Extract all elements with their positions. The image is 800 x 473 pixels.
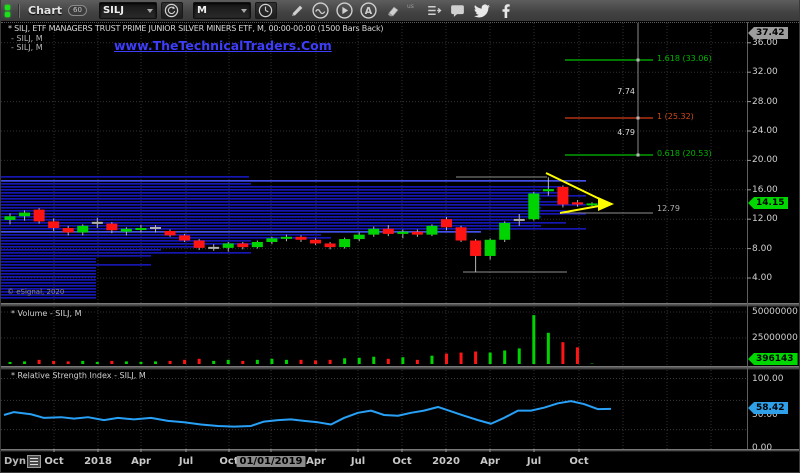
facebook-share-button[interactable] xyxy=(496,2,516,20)
tick-label: 4.00 xyxy=(752,273,772,283)
tick-label: 32.00 xyxy=(752,67,778,77)
time-interval-button[interactable] xyxy=(255,2,277,19)
tick-label: 16.00 xyxy=(752,185,778,195)
region-label: us xyxy=(407,3,414,10)
tick-label: 28.00 xyxy=(752,97,778,107)
fib-extension-label-1[interactable]: 1 (25.32) xyxy=(657,112,694,121)
chat-button[interactable] xyxy=(448,2,468,20)
time-tick-label: Jul xyxy=(351,456,365,467)
watermark: www.TheTechnicalTraders.Com xyxy=(114,38,332,53)
legend-line-2: - SILJ, M xyxy=(11,43,43,52)
esignal-chart-window: Chart 60 SILJ M xyxy=(0,0,800,473)
symbol-input[interactable]: SILJ xyxy=(99,2,157,19)
last-volume-tag: 396143 xyxy=(748,353,798,365)
letter-a-icon: A xyxy=(360,2,377,19)
high-price-tag: 37.42 xyxy=(748,27,788,39)
freehand-draw-button[interactable] xyxy=(311,2,331,20)
tick-label: 20.00 xyxy=(752,155,778,165)
price-axis-divider xyxy=(747,22,748,449)
interval-value: M xyxy=(197,5,207,16)
esignal-copyright: © eSignal, 2020 xyxy=(7,288,64,296)
list-arrow-icon xyxy=(425,2,442,19)
svg-text:A: A xyxy=(365,6,373,17)
fib-extension-label-1618[interactable]: 1.618 (33.06) xyxy=(657,54,712,63)
time-tick-label: Apr xyxy=(306,456,326,467)
time-template-icon[interactable] xyxy=(27,455,41,468)
facebook-icon xyxy=(498,3,514,19)
time-tick-label: 2020 xyxy=(432,456,460,467)
price-level-label-1279[interactable]: 12.79 xyxy=(657,204,680,213)
price-chart-panel[interactable] xyxy=(1,22,800,303)
time-tick-label: 2018 xyxy=(84,456,112,467)
time-cursor-label: 01/01/2019 xyxy=(237,456,306,467)
clock-icon xyxy=(258,3,273,18)
last-price-tag: 14.15 xyxy=(748,197,788,209)
dyn-label[interactable]: Dyn xyxy=(4,456,26,467)
window-title: Chart xyxy=(26,4,64,17)
time-tick-label: Oct xyxy=(44,456,63,467)
time-tick-label: Jul xyxy=(179,456,193,467)
speech-bubble-icon xyxy=(449,2,466,19)
window-badge: 60 xyxy=(68,5,87,16)
panel-splitter[interactable] xyxy=(1,366,800,370)
time-tick-label: Apr xyxy=(131,456,151,467)
time-tick-label: Oct xyxy=(569,456,588,467)
tick-label: 25000000 xyxy=(752,333,798,343)
symbol-value: SILJ xyxy=(103,5,124,16)
cycle-icon xyxy=(164,3,179,18)
replay-button[interactable] xyxy=(335,2,355,20)
tick-label: 8.00 xyxy=(752,244,772,254)
tick-label: 50000000 xyxy=(752,307,798,317)
twitter-share-button[interactable] xyxy=(472,2,492,20)
rsi-panel-title: * Relative Strength Index - SILJ, M xyxy=(11,371,146,380)
chevron-down-icon xyxy=(147,9,153,13)
rsi-panel[interactable] xyxy=(1,370,800,449)
legend-line-1: - SILJ, M xyxy=(11,34,43,43)
draw-button[interactable] xyxy=(287,2,307,20)
eraser-button[interactable] xyxy=(383,2,403,20)
volume-panel-title: * Volume - SILJ, M xyxy=(11,309,82,318)
annotate-text-button[interactable]: A xyxy=(359,2,379,20)
play-icon xyxy=(336,2,353,19)
tick-label: 12.00 xyxy=(752,214,778,224)
time-tick-label: Jul xyxy=(527,456,541,467)
pencil-icon xyxy=(289,3,305,19)
twitter-icon xyxy=(474,3,490,19)
tick-label: 24.00 xyxy=(752,126,778,136)
volume-panel[interactable] xyxy=(1,307,800,366)
interval-input[interactable]: M xyxy=(193,2,251,19)
panel-splitter[interactable] xyxy=(1,303,800,307)
tick-label: 100.00 xyxy=(752,374,784,384)
toolbar-divider xyxy=(18,4,20,18)
fib-measure-upper: 7.74 xyxy=(601,87,635,96)
tick-label: 36.00 xyxy=(752,38,778,48)
fib-measure-lower: 4.79 xyxy=(601,128,635,137)
link-status-indicator xyxy=(5,5,10,17)
time-tick-label: Apr xyxy=(480,456,500,467)
squiggle-icon xyxy=(312,2,329,19)
symbol-cycle-button[interactable] xyxy=(161,2,183,19)
chart-title: * SILJ, ETF MANAGERS TRUST PRIME JUNIOR … xyxy=(8,24,383,33)
time-axis[interactable]: Dyn Oct2018AprJulOct01/01/2019AprJulOct2… xyxy=(1,452,800,473)
eraser-icon xyxy=(385,3,401,19)
fib-extension-label-0618[interactable]: 0.618 (20.53) xyxy=(657,149,712,158)
chevron-down-icon xyxy=(241,9,247,13)
toolbar: Chart 60 SILJ M xyxy=(1,0,800,21)
layout-list-button[interactable] xyxy=(424,2,444,20)
last-rsi-tag: 58.42 xyxy=(748,402,788,414)
time-tick-label: Oct xyxy=(392,456,411,467)
